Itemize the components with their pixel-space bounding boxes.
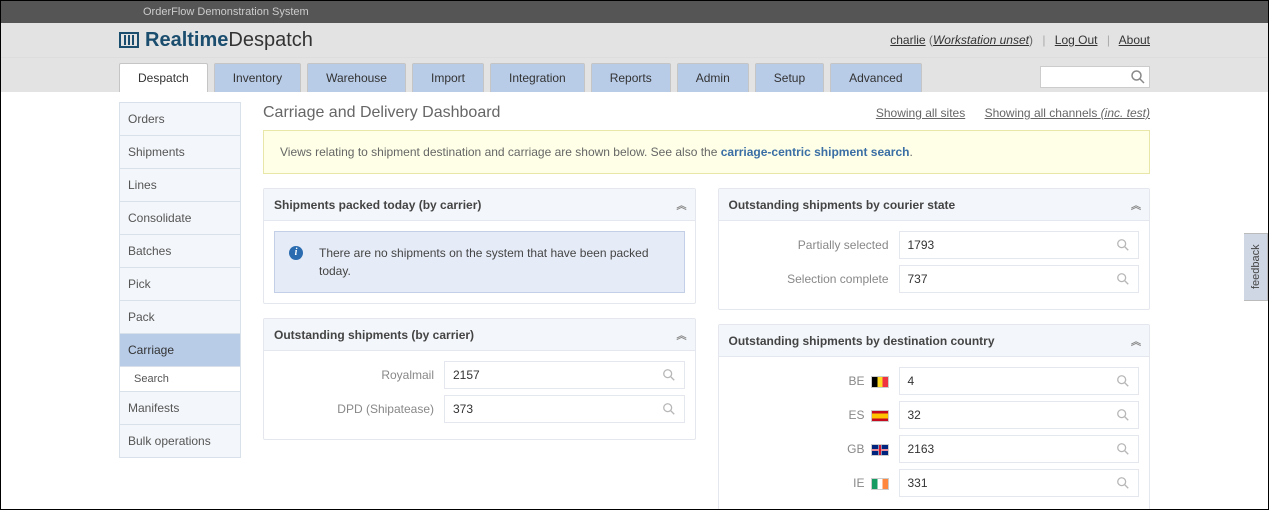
metric-value: 4: [899, 367, 1140, 395]
panel-header: Shipments packed today (by carrier) ︽: [264, 189, 695, 221]
panel-by-courier-state: Outstanding shipments by courier state ︽…: [718, 188, 1151, 310]
tab-setup[interactable]: Setup: [755, 63, 824, 92]
nav-tabs: DespatchInventoryWarehouseImportIntegrat…: [119, 63, 922, 92]
metric-value: 737: [899, 265, 1140, 293]
workstation-link[interactable]: Workstation unset: [933, 33, 1029, 47]
metric-value: 32: [899, 401, 1140, 429]
metric-label: DPD (Shipatease): [274, 402, 444, 416]
tab-advanced[interactable]: Advanced: [830, 63, 921, 92]
magnify-icon[interactable]: [662, 402, 676, 416]
panel-packed-today: Shipments packed today (by carrier) ︽ i …: [263, 188, 696, 304]
header: RealtimeDespatch charlie (Workstation un…: [1, 23, 1268, 58]
magnify-icon[interactable]: [1116, 374, 1130, 388]
metric-value: 2163: [899, 435, 1140, 463]
sidebar-item-bulk-operations[interactable]: Bulk operations: [119, 425, 241, 458]
sidebar-item-batches[interactable]: Batches: [119, 235, 241, 268]
metric-row: ES32: [729, 401, 1140, 429]
tab-warehouse[interactable]: Warehouse: [307, 63, 406, 92]
metric-label: GB: [729, 442, 899, 456]
metric-row: BE4: [729, 367, 1140, 395]
collapse-icon[interactable]: ︽: [677, 327, 685, 342]
page-scope-links: Showing all sites Showing all channels (…: [876, 106, 1150, 120]
sidebar-item-pack[interactable]: Pack: [119, 301, 241, 334]
nav-row: DespatchInventoryWarehouseImportIntegrat…: [1, 58, 1268, 92]
magnify-icon[interactable]: [1116, 476, 1130, 490]
page-title: Carriage and Delivery Dashboard: [263, 104, 500, 122]
sidebar-item-orders[interactable]: Orders: [119, 102, 241, 136]
metric-value: 331: [899, 469, 1140, 497]
logout-link[interactable]: Log Out: [1055, 33, 1098, 47]
metric-row: Selection complete737: [729, 265, 1140, 293]
sidebar-item-consolidate[interactable]: Consolidate: [119, 202, 241, 235]
tab-admin[interactable]: Admin: [677, 63, 749, 92]
tab-inventory[interactable]: Inventory: [214, 63, 301, 92]
flag-es-icon: [871, 410, 889, 422]
metric-label: IE: [729, 476, 899, 490]
sidebar-item-shipments[interactable]: Shipments: [119, 136, 241, 169]
collapse-icon[interactable]: ︽: [1131, 197, 1139, 212]
brand-icon: [119, 32, 139, 48]
panel-header: Outstanding shipments by destination cou…: [719, 325, 1150, 357]
global-search: [1040, 66, 1150, 88]
flag-be-icon: [871, 376, 889, 388]
tab-reports[interactable]: Reports: [591, 63, 671, 92]
magnify-icon[interactable]: [1116, 272, 1130, 286]
feedback-tab[interactable]: feedback: [1244, 233, 1268, 301]
info-icon: i: [289, 246, 303, 260]
sidebar-item-pick[interactable]: Pick: [119, 268, 241, 301]
brand-part2: Despatch: [228, 29, 313, 52]
metric-label: ES: [729, 408, 899, 422]
metric-row: DPD (Shipatease)373: [274, 395, 685, 423]
metric-row: IE331: [729, 469, 1140, 497]
metric-label: Selection complete: [729, 272, 899, 286]
sidebar-item-lines[interactable]: Lines: [119, 169, 241, 202]
sites-scope-link[interactable]: Showing all sites: [876, 106, 965, 120]
page-title-row: Carriage and Delivery Dashboard Showing …: [263, 104, 1150, 122]
system-title-bar: OrderFlow Demonstration System: [1, 1, 1268, 23]
tab-despatch[interactable]: Despatch: [119, 63, 208, 92]
magnify-icon[interactable]: [1116, 408, 1130, 422]
panel-by-country: Outstanding shipments by destination cou…: [718, 324, 1151, 510]
about-link[interactable]: About: [1119, 33, 1150, 47]
flag-gb-icon: [871, 444, 889, 456]
sidebar-item-manifests[interactable]: Manifests: [119, 392, 241, 425]
magnify-icon[interactable]: [1116, 442, 1130, 456]
carriage-search-link[interactable]: carriage-centric shipment search: [721, 145, 910, 159]
panel-header: Outstanding shipments (by carrier) ︽: [264, 319, 695, 351]
tab-integration[interactable]: Integration: [490, 63, 585, 92]
info-banner: Views relating to shipment destination a…: [263, 130, 1150, 174]
magnify-icon[interactable]: [1116, 238, 1130, 252]
sidebar: OrdersShipmentsLinesConsolidateBatchesPi…: [119, 102, 241, 510]
system-title: OrderFlow Demonstration System: [143, 6, 309, 18]
sidebar-item-carriage[interactable]: Carriage: [119, 334, 241, 367]
info-message: i There are no shipments on the system t…: [274, 231, 685, 293]
header-user-area: charlie (Workstation unset) | Log Out | …: [890, 33, 1150, 47]
metric-value: 373: [444, 395, 685, 423]
panel-header: Outstanding shipments by courier state ︽: [719, 189, 1150, 221]
metric-label: BE: [729, 374, 899, 388]
channels-scope-link[interactable]: Showing all channels (inc. test): [985, 106, 1150, 120]
magnify-icon[interactable]: [662, 368, 676, 382]
collapse-icon[interactable]: ︽: [1131, 333, 1139, 348]
user-link[interactable]: charlie: [890, 33, 925, 47]
panel-by-carrier: Outstanding shipments (by carrier) ︽ Roy…: [263, 318, 696, 440]
metric-row: GB2163: [729, 435, 1140, 463]
brand-logo[interactable]: RealtimeDespatch: [119, 29, 313, 52]
metric-row: Partially selected1793: [729, 231, 1140, 259]
search-icon[interactable]: [1130, 69, 1146, 85]
flag-ie-icon: [871, 478, 889, 490]
metric-value: 2157: [444, 361, 685, 389]
metric-label: Royalmail: [274, 368, 444, 382]
metric-row: Royalmail2157: [274, 361, 685, 389]
metric-label: Partially selected: [729, 238, 899, 252]
metric-value: 1793: [899, 231, 1140, 259]
brand-part1: Realtime: [145, 29, 228, 52]
sidebar-sub-search[interactable]: Search: [119, 367, 241, 392]
tab-import[interactable]: Import: [412, 63, 484, 92]
content: Carriage and Delivery Dashboard Showing …: [241, 92, 1150, 510]
collapse-icon[interactable]: ︽: [677, 197, 685, 212]
